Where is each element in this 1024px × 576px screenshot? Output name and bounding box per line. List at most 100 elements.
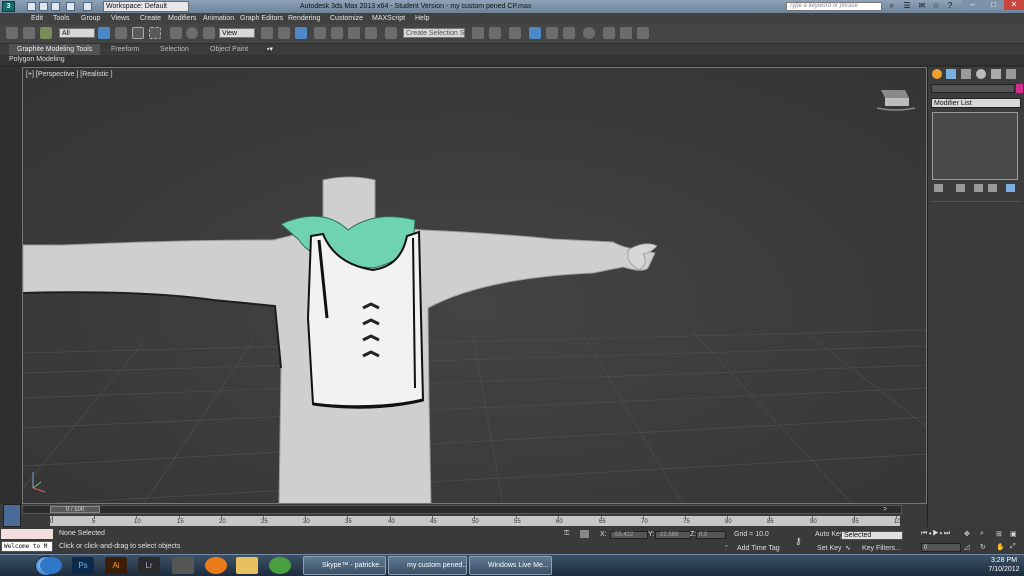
taskbar-skype[interactable]: Skype™ - patricke...: [303, 556, 386, 575]
object-color-swatch[interactable]: [1016, 84, 1023, 93]
bind-to-space-warp-icon[interactable]: [40, 27, 52, 39]
menu-group[interactable]: Group: [81, 14, 100, 23]
x-coordinate-field[interactable]: -55.422: [610, 531, 648, 539]
lightroom-icon[interactable]: Lr: [138, 557, 160, 574]
select-manipulate-icon[interactable]: [278, 27, 290, 39]
z-coordinate-field[interactable]: 0.0: [696, 531, 726, 539]
render-setup-icon[interactable]: [603, 27, 615, 39]
help-icon[interactable]: ?: [945, 1, 955, 11]
menu-animation[interactable]: Animation: [203, 14, 234, 23]
edit-named-selection-icon[interactable]: [385, 27, 397, 39]
add-time-tag[interactable]: Add Time Tag: [737, 544, 780, 554]
key-filters-button[interactable]: Key Filters...: [862, 544, 901, 554]
material-editor-icon[interactable]: [583, 27, 595, 39]
time-slider[interactable]: 0 / 100: [50, 506, 100, 513]
menu-edit[interactable]: Edit: [31, 14, 43, 23]
workspace-dropdown[interactable]: Workspace: Default: [103, 1, 189, 12]
menu-create[interactable]: Create: [140, 14, 161, 23]
layer-manager-icon[interactable]: [509, 27, 521, 39]
select-and-move-icon[interactable]: [170, 27, 182, 39]
menu-help[interactable]: Help: [415, 14, 429, 23]
menu-rendering[interactable]: Rendering: [288, 14, 320, 23]
window-crossing-icon[interactable]: [149, 27, 161, 39]
taskbar-3dsmax[interactable]: my custom pened...: [388, 556, 467, 575]
photoshop-icon[interactable]: Ps: [72, 557, 94, 574]
tab-selection[interactable]: Selection: [160, 45, 189, 54]
save-file-icon[interactable]: [51, 2, 60, 11]
clock-time[interactable]: 3:28 PM: [984, 557, 1024, 565]
media-player-icon[interactable]: [269, 557, 291, 574]
search-input[interactable]: Type a keyword or phrase: [786, 2, 882, 11]
select-by-name-icon[interactable]: [115, 27, 127, 39]
blender-icon[interactable]: [205, 557, 227, 574]
set-key-key-icon[interactable]: ⚷: [795, 536, 802, 547]
favorites-icon[interactable]: ☆: [931, 1, 941, 11]
playback-controls[interactable]: ⏮◂▶▸⏭: [921, 530, 961, 540]
snaps-toggle-icon[interactable]: [314, 27, 326, 39]
current-frame-field[interactable]: 0: [921, 543, 961, 552]
auto-key-button[interactable]: Auto Key: [815, 530, 843, 540]
internet-explorer-icon[interactable]: [40, 557, 62, 574]
reference-coordinate-dropdown[interactable]: View: [219, 28, 255, 38]
mirror-icon[interactable]: [472, 27, 484, 39]
maxscript-listener-output[interactable]: Welcome to M: [1, 541, 53, 552]
menu-modifiers[interactable]: Modifiers: [168, 14, 196, 23]
modify-tab-icon[interactable]: [946, 69, 956, 79]
configure-modifier-sets-icon[interactable]: [1006, 184, 1015, 192]
tab-object-paint[interactable]: Object Paint: [210, 45, 248, 54]
undo-icon[interactable]: [66, 2, 75, 11]
viewport-label[interactable]: [+] [Perspective ] [Realistic ]: [26, 70, 113, 79]
field-of-view-icon[interactable]: ◿: [964, 543, 969, 551]
app-logo-button[interactable]: 3: [2, 1, 15, 12]
menu-customize[interactable]: Customize: [330, 14, 363, 23]
next-frame-arrow-icon[interactable]: >: [883, 506, 887, 513]
maximize-viewport-icon[interactable]: ⤢: [1010, 543, 1016, 551]
zoom-extents-icon[interactable]: ▣: [1010, 530, 1017, 538]
key-mode-dropdown[interactable]: Selected: [841, 531, 903, 540]
hierarchy-tab-icon[interactable]: [961, 69, 971, 79]
select-and-link-icon[interactable]: [6, 27, 18, 39]
selection-filter-dropdown[interactable]: All: [59, 28, 95, 38]
clock-date[interactable]: 7/10/2012: [984, 566, 1024, 574]
mini-curve-editor-button[interactable]: [3, 504, 21, 527]
ribbon-options-icon[interactable]: ▪▾: [267, 45, 273, 54]
tab-freeform[interactable]: Freeform: [111, 45, 139, 54]
motion-tab-icon[interactable]: [976, 69, 986, 79]
illustrator-icon[interactable]: Ai: [105, 557, 127, 574]
maximize-button[interactable]: □: [983, 0, 1004, 10]
set-key-button[interactable]: Set Key: [817, 544, 842, 554]
perspective-viewport[interactable]: [+] [Perspective ] [Realistic ]: [22, 67, 927, 504]
display-tab-icon[interactable]: [991, 69, 1001, 79]
pivot-center-icon[interactable]: [261, 27, 273, 39]
zoom-all-icon[interactable]: ⊞: [996, 530, 1002, 538]
spinner-snap-icon[interactable]: [365, 27, 377, 39]
object-name-field[interactable]: [931, 84, 1015, 93]
render-production-icon[interactable]: [637, 27, 649, 39]
graphite-toggle-icon[interactable]: [529, 27, 541, 39]
search-icon[interactable]: ⌕: [887, 1, 897, 11]
create-tab-icon[interactable]: [932, 69, 942, 79]
pin-stack-icon[interactable]: [934, 184, 943, 192]
polygon-modeling-panel[interactable]: Polygon Modeling: [9, 55, 65, 65]
system-tray-icons[interactable]: [822, 558, 982, 572]
angle-snap-icon[interactable]: [331, 27, 343, 39]
menu-tools[interactable]: Tools: [53, 14, 69, 23]
y-coordinate-field[interactable]: -22.586: [655, 531, 691, 539]
subscription-icon[interactable]: ☰: [902, 1, 912, 11]
default-tangents-icon[interactable]: ∿: [845, 544, 851, 552]
named-selection-set-dropdown[interactable]: Create Selection Se: [403, 28, 465, 38]
orbit-icon[interactable]: ↻: [980, 543, 986, 551]
redo-icon[interactable]: [83, 2, 92, 11]
unlink-icon[interactable]: [23, 27, 35, 39]
curve-editor-icon[interactable]: [546, 27, 558, 39]
zoom-icon[interactable]: ⌕: [980, 530, 984, 538]
menu-maxscript[interactable]: MAXScript: [372, 14, 405, 23]
pan-icon[interactable]: ✥: [964, 530, 970, 538]
menu-views[interactable]: Views: [111, 14, 130, 23]
schematic-view-icon[interactable]: [563, 27, 575, 39]
align-icon[interactable]: [489, 27, 501, 39]
transform-mode-icon[interactable]: [580, 530, 589, 538]
track-bar[interactable]: 0 5 10 15 20 25 30 35 40 45 50 55 60 65 70 75 80 85 90 95 10…: [50, 516, 904, 526]
rendered-frame-window-icon[interactable]: [620, 27, 632, 39]
maxscript-listener-input[interactable]: [1, 529, 53, 539]
